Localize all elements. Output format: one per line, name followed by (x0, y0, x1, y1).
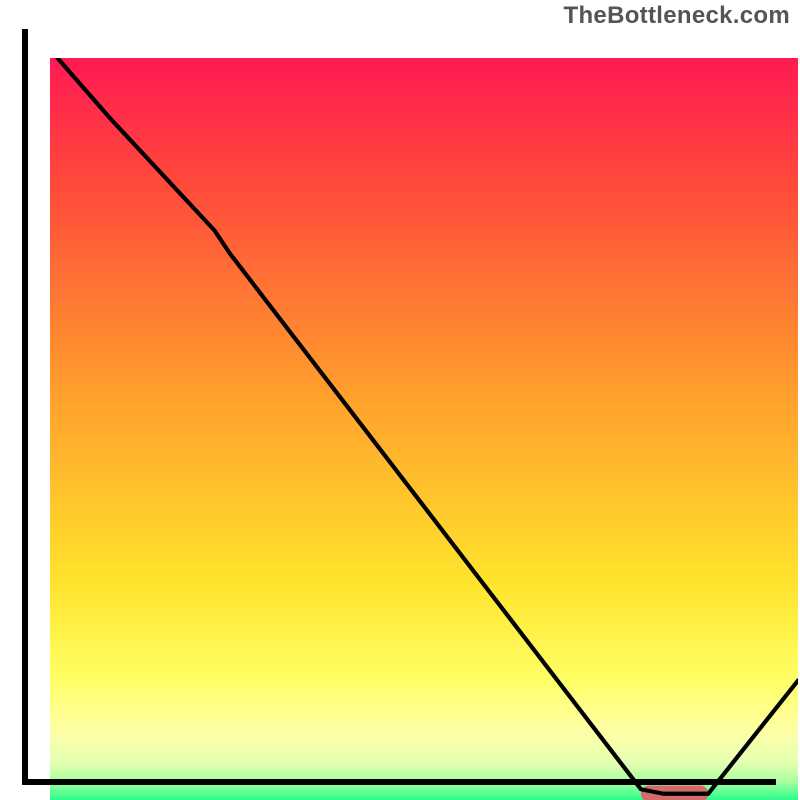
x-axis (22, 779, 776, 785)
plot-svg (50, 58, 798, 800)
gradient-background (50, 58, 798, 800)
watermark-text: TheBottleneck.com (564, 2, 790, 30)
y-axis (22, 29, 28, 779)
plot-area (22, 29, 776, 779)
chart-container: TheBottleneck.com (0, 0, 800, 800)
